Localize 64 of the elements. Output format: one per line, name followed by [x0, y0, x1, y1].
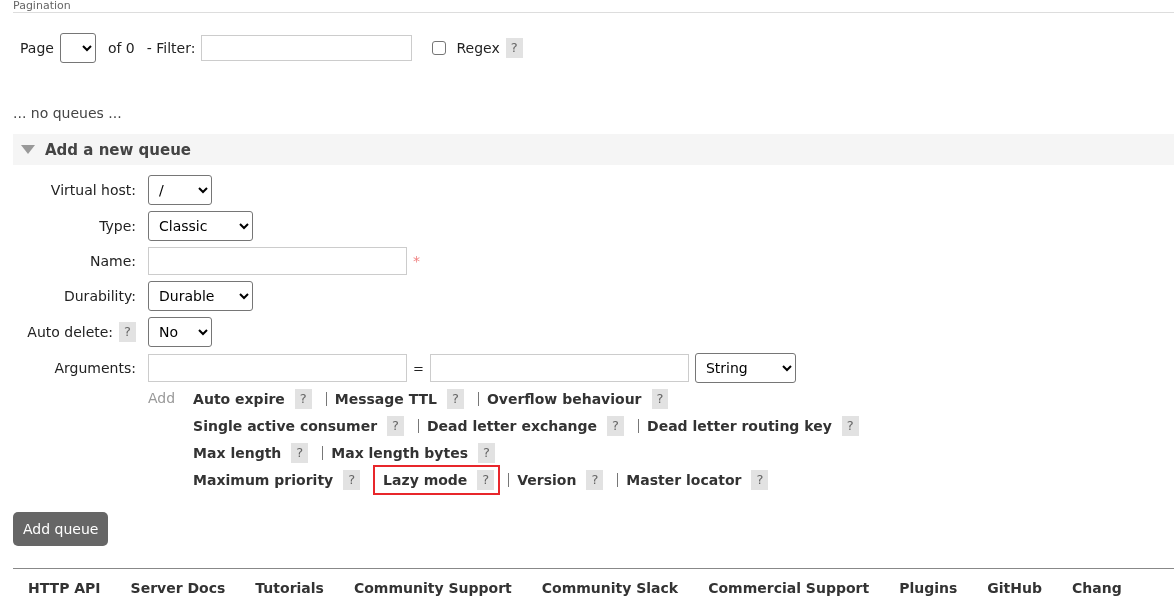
footer-link[interactable]: Commercial Support: [708, 580, 870, 596]
page-count: of 0: [107, 40, 135, 56]
filter-label: - Filter:: [146, 40, 196, 56]
help-button[interactable]: ?: [387, 416, 404, 436]
argument-link[interactable]: Single active consumer: [193, 416, 378, 436]
dropdown[interactable]: /: [148, 175, 212, 205]
field-label: Virtual host:: [50, 182, 136, 198]
footer-link[interactable]: Community Slack: [541, 580, 679, 596]
help-button[interactable]: ?: [294, 389, 312, 409]
footer-link[interactable]: Community Support: [353, 580, 512, 596]
help-button[interactable]: ?: [447, 389, 464, 409]
collapse-triangle-icon[interactable]: [21, 145, 35, 154]
field-label: Name:: [89, 253, 136, 269]
filter-field[interactable]: [201, 35, 413, 61]
argument-link[interactable]: Dead letter exchange: [426, 416, 598, 436]
equals-sign: =: [413, 360, 424, 376]
dropdown[interactable]: No: [148, 317, 212, 347]
help-button[interactable]: ?: [505, 38, 523, 58]
help-button[interactable]: ?: [478, 443, 495, 463]
footer-link[interactable]: Chang: [1072, 580, 1122, 596]
help-button[interactable]: ?: [651, 389, 669, 409]
argument-link[interactable]: Max length bytes: [331, 443, 469, 463]
section-title[interactable]: Add a new queue: [45, 140, 192, 159]
help-button[interactable]: ?: [841, 416, 859, 436]
help-button[interactable]: ?: [751, 470, 769, 490]
required-mark: *: [413, 253, 420, 269]
field-label: Auto delete:: [27, 324, 114, 340]
help-button[interactable]: ?: [586, 470, 604, 490]
page-label: Page: [20, 40, 54, 56]
help-button[interactable]: ?: [477, 470, 495, 490]
argument-value-field[interactable]: [429, 354, 689, 382]
footer-link[interactable]: GitHub: [987, 580, 1042, 596]
argument-link[interactable]: Lazy mode: [383, 470, 468, 490]
argument-link[interactable]: Version: [517, 470, 577, 490]
footer-link[interactable]: Plugins: [899, 580, 958, 596]
footer-link[interactable]: Tutorials: [255, 580, 324, 596]
argument-link[interactable]: Message TTL: [334, 389, 438, 409]
add-queue-button[interactable]: Add queue: [13, 512, 109, 546]
dropdown[interactable]: Durable: [148, 281, 253, 311]
field-label: Type:: [99, 218, 136, 234]
argument-link[interactable]: Master locator: [626, 470, 742, 490]
footer-link[interactable]: Server Docs: [130, 580, 226, 596]
argument-link[interactable]: Auto expire: [193, 389, 285, 409]
add-label: Add: [148, 389, 176, 408]
type-dropdown[interactable]: String: [694, 353, 796, 383]
field-label: Arguments:: [54, 360, 136, 376]
field-label: Durability:: [63, 288, 136, 304]
empty-message: ... no queues ...: [13, 105, 123, 121]
help-button[interactable]: ?: [291, 443, 309, 463]
name-field[interactable]: [148, 247, 407, 275]
argument-link[interactable]: Max length: [193, 443, 282, 463]
page-dropdown[interactable]: [59, 33, 96, 63]
help-button[interactable]: ?: [343, 470, 361, 490]
argument-key-field[interactable]: [148, 354, 407, 382]
footer-link[interactable]: HTTP API: [28, 580, 101, 596]
argument-link[interactable]: Dead letter routing key: [647, 416, 832, 436]
help-button[interactable]: ?: [607, 416, 624, 436]
help-button[interactable]: ?: [119, 322, 136, 342]
regex-checkbox[interactable]: [432, 41, 447, 55]
argument-link[interactable]: Maximum priority: [193, 470, 334, 490]
section-legend: Pagination: [13, 0, 1174, 12]
dropdown[interactable]: Classic: [148, 211, 253, 241]
argument-link[interactable]: Overflow behaviour: [486, 389, 642, 409]
regex-label: Regex: [456, 40, 500, 56]
